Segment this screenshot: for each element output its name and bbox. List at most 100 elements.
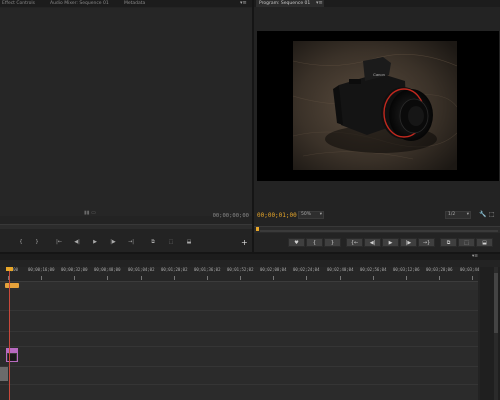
- timeline-vertical-scrollbar[interactable]: [480, 267, 500, 400]
- panel-divider-horizontal[interactable]: [0, 252, 500, 254]
- mark-out-button[interactable]: }: [324, 238, 341, 247]
- timeline-tabbar: ▾≡: [0, 254, 500, 260]
- go-to-in-button[interactable]: {←: [346, 238, 363, 247]
- ruler-tick: [406, 276, 407, 280]
- ruler-label: 00;02;56;04: [360, 267, 387, 272]
- ruler-label: 00;01;52;02: [227, 267, 254, 272]
- ruler-tick: [439, 276, 440, 280]
- play-button[interactable]: ▶: [88, 238, 102, 247]
- ruler-label: 00;01;36;02: [194, 267, 221, 272]
- source-ruler[interactable]: [0, 224, 252, 229]
- add-marker-button[interactable]: ♥: [288, 238, 305, 247]
- tab-audio-mixer[interactable]: Audio Mixer: Sequence 01: [50, 0, 109, 7]
- resolution-select[interactable]: 1/2 ▾: [445, 211, 471, 219]
- track-divider: [0, 331, 478, 332]
- tab-metadata[interactable]: Metadata: [124, 0, 145, 7]
- add-icon[interactable]: +: [241, 238, 248, 247]
- playhead-head-icon[interactable]: [6, 267, 13, 271]
- audio-clip[interactable]: [0, 367, 8, 381]
- export-icon[interactable]: ⬚: [489, 211, 495, 218]
- ruler-label: 00;02;40;04: [327, 267, 354, 272]
- program-panel-tabbar: Program: Sequence 01 ▾≡: [254, 0, 500, 7]
- insert-button[interactable]: ⧉: [146, 238, 160, 247]
- work-area-handle[interactable]: [5, 283, 19, 288]
- camera-photo-image: Canon: [293, 41, 457, 170]
- go-to-out-button[interactable]: →}: [418, 238, 435, 247]
- step-back-button[interactable]: ◀|: [70, 238, 84, 247]
- step-back-button[interactable]: ◀|: [364, 238, 381, 247]
- ruler-tick: [41, 276, 42, 280]
- step-forward-button[interactable]: |▶: [400, 238, 417, 247]
- step-forward-button[interactable]: |▶: [106, 238, 120, 247]
- camera-brand-logo: Canon: [373, 72, 385, 77]
- ruler-label: 00;02;08;04: [260, 267, 287, 272]
- ruler-label: 00;03;28;06: [426, 267, 453, 272]
- ruler-tick: [107, 276, 108, 280]
- ruler-ticks: [0, 276, 478, 280]
- lift-button[interactable]: ⧉: [440, 238, 457, 247]
- ruler-tick: [174, 276, 175, 280]
- extract-button[interactable]: ⬚: [458, 238, 475, 247]
- track-divider: [0, 366, 478, 367]
- program-scrub-bar[interactable]: [254, 226, 500, 233]
- mark-out-button[interactable]: }: [30, 238, 44, 247]
- playhead-marker[interactable]: [256, 227, 259, 231]
- wrench-icon[interactable]: 🔧: [479, 211, 486, 218]
- panel-menu-icon[interactable]: ▾≡: [240, 0, 247, 6]
- mark-in-button[interactable]: {: [306, 238, 323, 247]
- ruler-tick: [74, 276, 75, 280]
- source-viewer-area: [0, 8, 252, 210]
- overwrite-button[interactable]: ⬚: [164, 238, 178, 247]
- export-frame-button[interactable]: ⬓: [182, 238, 196, 247]
- timeline-playhead[interactable]: [9, 267, 10, 400]
- tracks-area[interactable]: [0, 290, 478, 400]
- ruler-tick: [141, 276, 142, 280]
- source-panel-tabbar: Effect Controls Audio Mixer: Sequence 01…: [0, 0, 252, 7]
- timeline-ruler[interactable]: 00;00 00;00;16;00 00;00;32;00 00;00;48;0…: [0, 267, 480, 281]
- play-button[interactable]: ▶: [382, 238, 399, 247]
- video-clip[interactable]: [6, 348, 18, 362]
- ruler-tick: [273, 276, 274, 280]
- ruler-tick: [306, 276, 307, 280]
- track-divider: [0, 310, 478, 311]
- chevron-down-icon: ▾: [466, 212, 469, 217]
- panel-menu-icon[interactable]: ▾≡: [472, 254, 478, 259]
- ruler-tick: [340, 276, 341, 280]
- zoom-select[interactable]: 50% ▾: [298, 211, 324, 219]
- scrollbar-thumb[interactable]: [494, 273, 498, 333]
- ruler-tick: [373, 276, 374, 280]
- chevron-down-icon: ▾: [319, 212, 322, 217]
- export-frame-button[interactable]: ⬓: [476, 238, 493, 247]
- source-timecode[interactable]: 00;00;00;00: [213, 213, 249, 219]
- program-transport: ♥ { } {← ◀| ▶ |▶ →} ⧉ ⬚ ⬓: [254, 238, 500, 248]
- scrub-track: [260, 230, 498, 232]
- program-timecode[interactable]: 00;00;01;00: [257, 212, 297, 219]
- program-video-frame[interactable]: Canon: [257, 31, 499, 181]
- source-timecode-row: 00;00;00;00: [0, 212, 252, 222]
- zoom-value: 50%: [301, 212, 312, 217]
- panel-menu-icon[interactable]: ▾≡: [316, 0, 323, 6]
- tab-program[interactable]: Program: Sequence 01: [259, 0, 310, 7]
- program-controls-row: 00;00;01;00 50% ▾ 1/2 ▾ 🔧 ⬚: [254, 210, 500, 222]
- go-to-in-button[interactable]: |←: [52, 238, 66, 247]
- tab-effect-controls[interactable]: Effect Controls: [2, 0, 35, 7]
- source-panel: Effect Controls Audio Mixer: Sequence 01…: [0, 0, 252, 252]
- ruler-label: 00;00;32;00: [61, 267, 88, 272]
- go-to-out-button[interactable]: →|: [124, 238, 138, 247]
- ruler-label: 00;03;44: [460, 267, 480, 272]
- ruler-label: 00;00;16;00: [28, 267, 55, 272]
- ruler-tick: [207, 276, 208, 280]
- ruler-tick: [240, 276, 241, 280]
- source-transport: { } |← ◀| ▶ |▶ →| ⧉ ⬚ ⬓ +: [0, 238, 252, 248]
- track-divider: [0, 384, 478, 385]
- ruler-label: 00;02;24;04: [293, 267, 320, 272]
- resolution-value: 1/2: [448, 212, 456, 217]
- panel-divider-vertical[interactable]: [252, 0, 254, 254]
- ruler-label: 00;01;20;02: [161, 267, 188, 272]
- track-divider: [0, 346, 478, 347]
- mark-in-button[interactable]: {: [14, 238, 28, 247]
- program-panel: Program: Sequence 01 ▾≡ Canon 00;00;01;0…: [254, 0, 500, 252]
- ruler-tick: [472, 276, 473, 280]
- ruler-label: 00;01;04;02: [128, 267, 155, 272]
- timeline-panel: ▾≡ 00;00 00;00;16;00 00;00;32;00 00;00;4…: [0, 254, 500, 400]
